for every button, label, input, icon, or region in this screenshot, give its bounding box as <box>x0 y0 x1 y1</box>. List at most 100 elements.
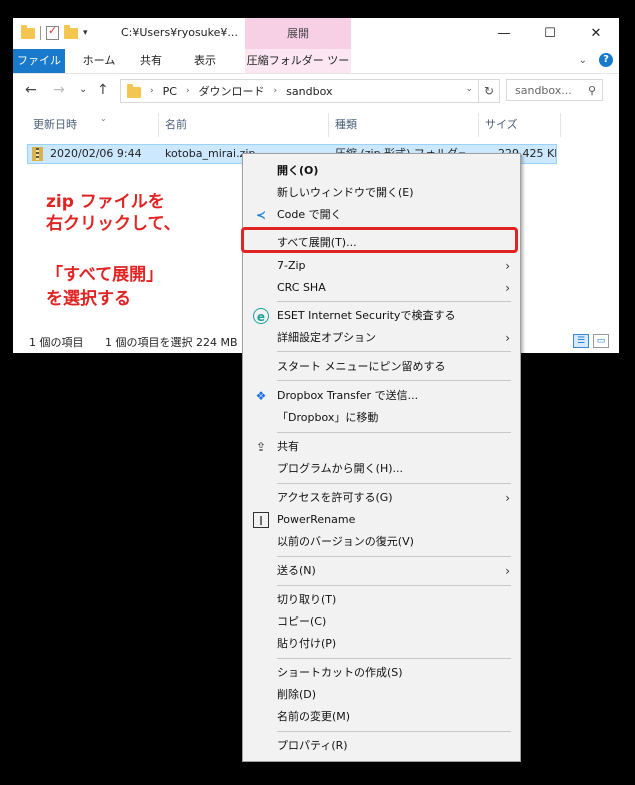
menu-item-advanced-options[interactable]: 詳細設定オプション › <box>243 327 520 349</box>
menu-item-7zip[interactable]: 7-Zip › <box>243 255 520 277</box>
menu-item-label: 以前のバージョンの復元(V) <box>277 535 414 548</box>
menu-item-label: 削除(D) <box>277 688 317 701</box>
customize-toolbar-dropdown-icon[interactable]: ▾ <box>83 28 88 38</box>
highlight-extract-all <box>241 227 518 253</box>
file-modified: 2020/02/06 9:44 <box>50 147 142 160</box>
column-header-name[interactable]: 名前 <box>159 113 329 137</box>
annotation-line-2: 右クリックして、 <box>46 214 181 234</box>
chevron-down-icon[interactable]: ⌄ <box>579 55 587 66</box>
address-bar[interactable]: › PC › ダウンロード › sandbox ⌄ ↻ <box>120 79 500 103</box>
breadcrumb-pc[interactable]: PC <box>163 85 177 98</box>
tab-share[interactable]: 共有 <box>127 49 175 73</box>
menu-item-restore-previous-versions[interactable]: 以前のバージョンの復元(V) <box>243 531 520 553</box>
details-view-icon[interactable]: ☰ <box>573 334 589 348</box>
tab-file[interactable]: ファイル <box>13 49 65 73</box>
menu-item-move-to-dropbox[interactable]: 「Dropbox」に移動 <box>243 407 520 429</box>
new-folder-icon[interactable] <box>64 24 78 39</box>
status-selected-info: 1 個の項目を選択 224 MB <box>105 336 238 349</box>
submenu-arrow-icon: › <box>505 259 510 273</box>
submenu-arrow-icon: › <box>505 564 510 578</box>
menu-item-give-access[interactable]: アクセスを許可する(G) › <box>243 487 520 509</box>
menu-item-label: スタート メニューにピン留めする <box>277 360 446 373</box>
address-dropdown-icon[interactable]: ⌄ <box>465 84 473 94</box>
menu-separator <box>277 432 511 433</box>
search-icon: ⚲ <box>587 84 596 97</box>
breadcrumb-separator-icon: › <box>150 86 154 96</box>
properties-icon[interactable] <box>46 24 59 40</box>
toolbar-separator <box>40 26 41 40</box>
column-header-size[interactable]: サイズ <box>479 113 561 137</box>
recent-locations-icon[interactable]: ⌄ <box>79 84 87 95</box>
menu-separator <box>277 483 511 484</box>
menu-item-label: アクセスを許可する(G) <box>277 491 393 504</box>
close-button[interactable]: ✕ <box>573 18 619 49</box>
menu-item-rename[interactable]: 名前の変更(M) <box>243 706 520 728</box>
menu-item-label: プロパティ(R) <box>277 739 348 752</box>
tab-view[interactable]: 表示 <box>181 49 229 73</box>
menu-item-label: プログラムから開く(H)... <box>277 462 404 475</box>
menu-separator <box>277 351 511 352</box>
menu-item-open-with-code[interactable]: ≺ Code で開く <box>243 204 520 226</box>
dropbox-icon: ❖ <box>255 389 267 403</box>
menu-item-open-with[interactable]: プログラムから開く(H)... <box>243 458 520 480</box>
menu-item-eset-scan[interactable]: e ESET Internet Securityで検査する <box>243 305 520 327</box>
menu-item-label: ESET Internet Securityで検査する <box>277 309 456 322</box>
menu-item-create-shortcut[interactable]: ショートカットの作成(S) <box>243 662 520 684</box>
menu-item-crc-sha[interactable]: CRC SHA › <box>243 277 520 299</box>
vscode-icon: ≺ <box>255 208 267 222</box>
menu-separator <box>277 731 511 732</box>
minimize-button[interactable]: — <box>481 18 527 49</box>
status-item-count: 1 個の項目 <box>29 336 84 349</box>
annotation-line-3: 「すべて展開」 <box>46 265 164 285</box>
menu-item-copy[interactable]: コピー(C) <box>243 611 520 633</box>
maximize-button[interactable]: ☐ <box>527 18 573 49</box>
help-icon[interactable]: ? <box>599 53 613 67</box>
ribbon-right-controls: ⌄ ? <box>579 53 613 67</box>
menu-item-dropbox-transfer[interactable]: ❖ Dropbox Transfer で送信... <box>243 385 520 407</box>
column-headers: ⌄ 更新日時 名前 種類 サイズ <box>13 113 619 137</box>
up-arrow-icon[interactable]: ↑ <box>97 82 109 98</box>
menu-item-share[interactable]: ⇪ 共有 <box>243 436 520 458</box>
menu-item-open-new-window[interactable]: 新しいウィンドウで開く(E) <box>243 182 520 204</box>
menu-item-label: 名前の変更(M) <box>277 710 351 723</box>
menu-item-cut[interactable]: 切り取り(T) <box>243 589 520 611</box>
menu-separator <box>277 585 511 586</box>
quick-access-toolbar: ▾ <box>21 24 88 40</box>
menu-item-pin-to-start[interactable]: スタート メニューにピン留めする <box>243 356 520 378</box>
menu-item-open[interactable]: 開く(O) <box>243 160 520 182</box>
menu-separator <box>277 301 511 302</box>
menu-item-label: CRC SHA <box>277 281 326 294</box>
submenu-arrow-icon: › <box>505 491 510 505</box>
menu-separator <box>277 658 511 659</box>
breadcrumb-sandbox[interactable]: sandbox <box>286 85 332 98</box>
menu-item-send-to[interactable]: 送る(N) › <box>243 560 520 582</box>
menu-item-label: 貼り付け(P) <box>277 637 337 650</box>
menu-item-powerrename[interactable]: I PowerRename <box>243 509 520 531</box>
large-icons-view-icon[interactable]: ▭ <box>593 334 609 348</box>
breadcrumb-downloads[interactable]: ダウンロード <box>199 83 265 99</box>
search-input[interactable]: sandbox... ⚲ <box>506 79 603 101</box>
menu-item-properties[interactable]: プロパティ(R) <box>243 735 520 757</box>
menu-item-label: PowerRename <box>277 513 356 526</box>
tab-compressed-folder-tools[interactable]: 圧縮フォルダー ツール <box>245 49 351 91</box>
menu-item-paste[interactable]: 貼り付け(P) <box>243 633 520 655</box>
navigation-bar: ← → ⌄ ↑ › PC › ダウンロード › sandbox ⌄ ↻ sand… <box>13 74 619 108</box>
powerrename-icon: I <box>253 512 269 528</box>
forward-arrow-icon[interactable]: → <box>53 82 65 98</box>
search-placeholder: sandbox... <box>515 84 572 97</box>
submenu-arrow-icon: › <box>505 281 510 295</box>
column-header-label: 更新日時 <box>33 118 77 131</box>
window-title-path: C:¥Users¥ryosuke¥... <box>121 26 238 39</box>
share-icon: ⇪ <box>255 440 267 454</box>
menu-item-label: Code で開く <box>277 208 342 221</box>
contextual-tab-title: 展開 <box>245 18 351 49</box>
column-header-type[interactable]: 種類 <box>329 113 479 137</box>
annotation-line-4: を選択する <box>46 289 131 309</box>
menu-separator <box>277 380 511 381</box>
refresh-icon[interactable]: ↻ <box>478 80 499 102</box>
menu-item-label: ショートカットの作成(S) <box>277 666 403 679</box>
menu-item-delete[interactable]: 削除(D) <box>243 684 520 706</box>
column-header-modified[interactable]: ⌄ 更新日時 <box>27 113 159 137</box>
tab-home[interactable]: ホーム <box>75 49 123 73</box>
back-arrow-icon[interactable]: ← <box>25 82 37 98</box>
